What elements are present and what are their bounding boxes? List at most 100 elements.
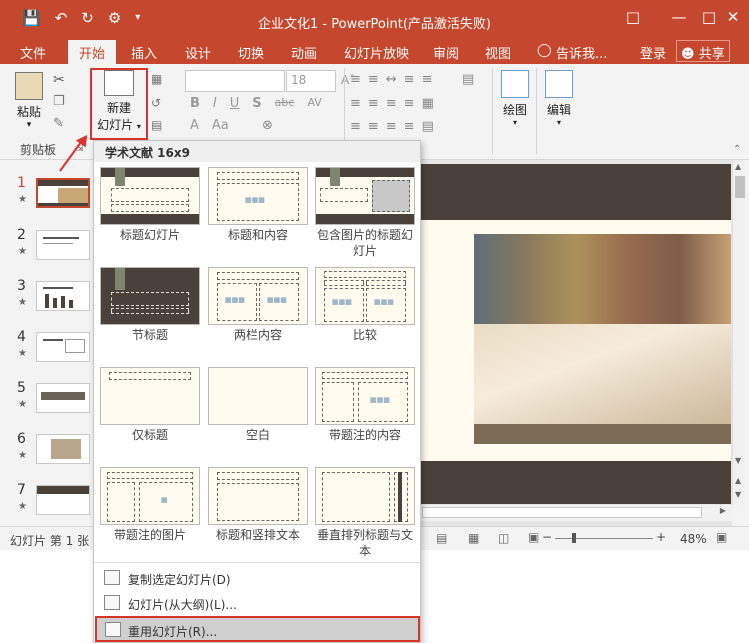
tab-transitions[interactable]: 切换 (238, 43, 264, 62)
clear-format-icon[interactable]: ⊗ (262, 118, 273, 133)
strikethrough-button[interactable]: abc (275, 96, 295, 111)
tab-view[interactable]: 视图 (485, 43, 511, 62)
layout-title-picture[interactable]: 包含图片的标题幻灯片 (315, 167, 415, 259)
close-icon[interactable]: ✕ (718, 8, 748, 26)
tab-home[interactable]: 开始 (68, 40, 117, 64)
group-clipboard-label: 剪贴板 (20, 143, 57, 157)
theme-header: 学术文献 16x9 (94, 141, 420, 162)
layout-label: 仅标题 (131, 428, 168, 442)
slide-thumb-6[interactable] (36, 434, 90, 464)
font-size-select[interactable]: 18 (286, 70, 336, 92)
tab-design[interactable]: 设计 (185, 43, 211, 62)
layout-section-header[interactable]: 节标题 (100, 267, 200, 343)
slide-thumb-4[interactable] (36, 332, 90, 362)
scroll-thumb[interactable] (735, 176, 745, 198)
ribbon-display-icon[interactable]: □ (618, 8, 648, 26)
login-link[interactable]: 登录 (640, 43, 666, 62)
text-direction-icon[interactable]: ▤ (462, 72, 474, 87)
tab-file[interactable]: 文件 (20, 43, 46, 62)
duplicate-slides-item[interactable]: 复制选定幻灯片(D) (96, 566, 418, 590)
layout-thumb (100, 267, 200, 325)
fit-slide-icon[interactable]: ▣ (716, 530, 727, 544)
font-name-select[interactable] (185, 70, 285, 92)
picture-icon: ▦ (161, 496, 168, 504)
collapse-ribbon-icon[interactable]: ⌃ (733, 144, 741, 155)
cut-icon[interactable]: ✂ (53, 72, 65, 88)
slideshow-view-icon[interactable]: ▣ (528, 530, 539, 544)
layout-label: 包含图片的标题幻灯片 (316, 228, 413, 258)
layout-icon[interactable]: ▦ (151, 72, 162, 86)
layout-blank[interactable]: 空白 (208, 367, 308, 443)
paragraph-icon[interactable]: ≡≡≡≡▤ (350, 119, 441, 134)
slide-thumb-1[interactable] (36, 178, 90, 208)
clipboard-icon (15, 72, 43, 100)
shapes-icon (501, 70, 529, 98)
layout-label: 标题和内容 (227, 228, 288, 242)
bold-button[interactable]: B (190, 96, 200, 111)
layout-title-only[interactable]: 仅标题 (100, 367, 200, 443)
italic-button[interactable]: I (213, 96, 217, 111)
font-color-button[interactable]: A (190, 118, 199, 133)
shadow-button[interactable]: S (252, 96, 261, 111)
copy-icon[interactable]: ❐ (53, 94, 65, 109)
outline-icon (104, 595, 120, 610)
layout-comparison[interactable]: ▦▦▦ ▦▦▦ 比较 (315, 267, 415, 343)
layout-thumb: ▦▦▦ ▦▦▦ (208, 267, 308, 325)
layout-thumb: ▦▦▦ ▦▦▦ (315, 267, 415, 325)
sorter-view-icon[interactable]: ▦ (468, 531, 479, 545)
reuse-slides-item[interactable]: 重用幻灯片(R)... (95, 616, 420, 642)
bullets-icon[interactable]: ≡≡↔≡≡ (350, 72, 439, 87)
next-slide-icon[interactable]: ▼ (735, 490, 741, 499)
layout-vertical-title-text[interactable]: 垂直排列标题与文本 (315, 467, 415, 559)
outline-label: 幻灯片(从大纲)(L)... (128, 598, 237, 612)
drawing-button[interactable]: 绘图 ▾ (497, 70, 533, 127)
reset-icon[interactable]: ↺ (151, 96, 161, 110)
slide-canvas[interactable] (420, 160, 732, 526)
layout-two-content[interactable]: ▦▦▦ ▦▦▦ 两栏内容 (208, 267, 308, 343)
scroll-right-icon[interactable]: ▶ (720, 506, 726, 515)
drawing-label: 绘图 (502, 103, 527, 117)
tab-slideshow[interactable]: 幻灯片放映 (344, 43, 409, 62)
h-scroll-thumb[interactable] (422, 507, 702, 518)
layout-title-vertical-text[interactable]: 标题和竖排文本 (208, 467, 308, 543)
horizontal-scrollbar[interactable]: ▶ (420, 505, 732, 521)
tab-insert[interactable]: 插入 (131, 43, 157, 62)
layout-picture-caption[interactable]: ▦ 带题注的图片 (100, 467, 200, 543)
section-icon[interactable]: ▤ (151, 118, 162, 132)
slide-number: 6 (17, 431, 26, 447)
zoom-level[interactable]: 48% (680, 532, 707, 546)
slides-from-outline-item[interactable]: 幻灯片(从大纲)(L)... (96, 591, 418, 615)
layout-content-caption[interactable]: ▦▦▦ 带题注的内容 (315, 367, 415, 443)
slide-thumb-2[interactable] (36, 230, 90, 260)
align-icon[interactable]: ≡≡≡≡▦ (350, 96, 441, 111)
reading-view-icon[interactable]: ◫ (498, 531, 509, 545)
layout-title-slide[interactable]: 标题幻灯片 (100, 167, 200, 243)
duplicate-label: 复制选定幻灯片(D) (128, 573, 231, 587)
change-case-button[interactable]: Aa (212, 118, 229, 133)
paste-button[interactable]: 粘贴 ▾ (12, 72, 46, 130)
prev-slide-icon[interactable]: ▲ (735, 476, 741, 485)
share-button[interactable]: ☻ 共享 (676, 40, 730, 62)
vertical-scrollbar[interactable]: ▲ ▼ ▲ ▼ (732, 160, 746, 505)
slide-number: 5 (17, 380, 26, 396)
format-painter-icon[interactable]: ✎ (53, 116, 64, 131)
char-spacing-button[interactable]: AV (307, 96, 321, 111)
scroll-down-icon[interactable]: ▼ (735, 456, 741, 465)
layout-title-content[interactable]: ▦▦▦ 标题和内容 (208, 167, 308, 243)
tab-animations[interactable]: 动画 (291, 43, 317, 62)
scroll-up-icon[interactable]: ▲ (735, 162, 741, 171)
minimize-icon[interactable]: — (664, 8, 694, 26)
slide-thumb-5[interactable] (36, 383, 90, 413)
zoom-slider-thumb[interactable] (572, 533, 576, 543)
tell-me-box[interactable]: 告诉我... (556, 43, 607, 62)
zoom-in-button[interactable]: + (656, 530, 666, 544)
current-slide[interactable] (420, 164, 731, 504)
normal-view-icon[interactable]: ▤ (436, 531, 447, 545)
slide-thumb-7[interactable] (36, 485, 90, 515)
zoom-slider[interactable] (555, 538, 653, 539)
zoom-out-button[interactable]: − (542, 530, 552, 544)
underline-button[interactable]: U (230, 96, 240, 111)
tab-review[interactable]: 审阅 (433, 43, 459, 62)
slide-thumb-3[interactable] (36, 281, 90, 311)
editing-button[interactable]: 编辑 ▾ (541, 70, 577, 127)
